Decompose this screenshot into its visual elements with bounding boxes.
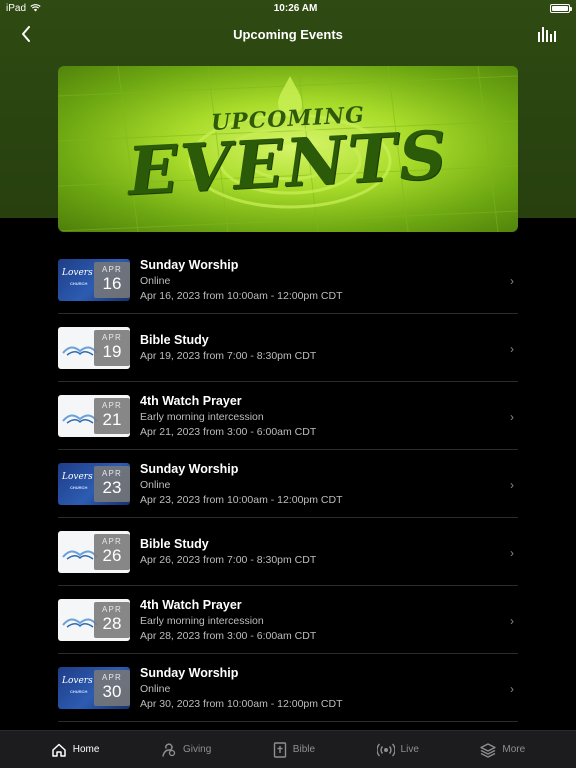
event-title: Bible Study bbox=[140, 537, 209, 551]
date-badge: APR 23 bbox=[94, 465, 130, 502]
date-month: APR bbox=[101, 332, 123, 342]
event-row[interactable]: APR 21 4th Watch Prayer Early morning in… bbox=[58, 382, 518, 450]
date-day: 21 bbox=[102, 409, 122, 429]
date-day: 28 bbox=[102, 613, 122, 633]
date-badge: APR 16 bbox=[94, 261, 130, 298]
tab-label: Bible bbox=[292, 744, 316, 755]
date-badge: APR 21 bbox=[94, 397, 130, 434]
audio-bars-icon[interactable] bbox=[536, 24, 558, 44]
event-subtitle: Online bbox=[140, 274, 171, 287]
tab-label: Live bbox=[400, 744, 419, 755]
chevron-left-icon bbox=[22, 26, 30, 42]
date-badge: APR 26 bbox=[94, 533, 130, 570]
date-badge: APR 28 bbox=[94, 601, 130, 638]
chevron-right-icon: › bbox=[510, 478, 514, 492]
date-month: APR bbox=[101, 604, 123, 614]
event-title: Bible Study bbox=[140, 333, 209, 347]
event-row[interactable]: Lovers CHURCH APR 23 Sunday Worship Onli… bbox=[58, 450, 518, 518]
date-month: APR bbox=[101, 536, 123, 546]
event-row[interactable]: Lovers CHURCH APR 16 Sunday Worship Onli… bbox=[58, 246, 518, 314]
event-time: Apr 19, 2023 from 7:00 - 8:30pm CDT bbox=[140, 350, 317, 362]
date-day: 16 bbox=[102, 273, 122, 293]
chevron-right-icon: › bbox=[510, 614, 514, 628]
events-banner: UPCOMING EVENTS bbox=[58, 66, 518, 232]
date-day: 19 bbox=[102, 341, 122, 361]
date-badge: APR 19 bbox=[94, 329, 130, 366]
layers-icon bbox=[480, 742, 497, 758]
event-subtitle: Early morning intercession bbox=[140, 614, 264, 627]
event-time: Apr 16, 2023 from 10:00am - 12:00pm CDT bbox=[140, 289, 343, 302]
event-title: Sunday Worship bbox=[140, 461, 239, 476]
status-time: 10:26 AM bbox=[273, 2, 318, 14]
event-subtitle: Online bbox=[140, 682, 171, 695]
event-time: Apr 30, 2023 from 10:00am - 12:00pm CDT bbox=[140, 697, 343, 710]
tab-label: Home bbox=[72, 744, 100, 755]
event-row[interactable]: Lovers CHURCH APR 30 Sunday Worship Onli… bbox=[58, 654, 518, 722]
event-thumbnail: APR 19 bbox=[58, 326, 130, 369]
date-month: APR bbox=[101, 468, 123, 478]
event-thumbnail: APR 28 bbox=[58, 598, 130, 641]
tab-home[interactable]: Home bbox=[51, 742, 100, 758]
event-row[interactable]: APR 26 Bible Study Apr 26, 2023 from 7:0… bbox=[58, 518, 518, 586]
date-badge: APR 30 bbox=[94, 669, 130, 706]
event-title: 4th Watch Prayer bbox=[140, 597, 242, 612]
live-icon bbox=[376, 743, 395, 756]
tab-bar: Home Giving Bible Live More bbox=[0, 730, 576, 768]
date-month: APR bbox=[101, 400, 123, 410]
event-subtitle: Early morning intercession bbox=[140, 410, 264, 423]
event-title: 4th Watch Prayer bbox=[140, 393, 242, 408]
event-time: Apr 21, 2023 from 3:00 - 6:00am CDT bbox=[140, 425, 317, 438]
event-time: Apr 26, 2023 from 7:00 - 8:30pm CDT bbox=[140, 554, 317, 566]
church-logo-sub: CHURCH bbox=[70, 688, 88, 694]
event-time: Apr 23, 2023 from 10:00am - 12:00pm CDT bbox=[140, 493, 343, 506]
event-time: Apr 28, 2023 from 3:00 - 6:00am CDT bbox=[140, 629, 317, 642]
event-thumbnail: APR 21 bbox=[58, 394, 130, 437]
tab-more[interactable]: More bbox=[480, 742, 525, 758]
wifi-icon bbox=[30, 4, 41, 12]
battery-icon bbox=[550, 3, 572, 13]
back-button[interactable] bbox=[14, 22, 38, 46]
status-bar: iPad 10:26 AM bbox=[0, 0, 576, 16]
giving-icon bbox=[162, 743, 176, 757]
date-day: 26 bbox=[102, 545, 122, 565]
church-logo-sub: CHURCH bbox=[70, 280, 88, 286]
date-day: 23 bbox=[102, 477, 122, 497]
date-month: APR bbox=[101, 264, 123, 274]
event-subtitle: Online bbox=[140, 478, 171, 491]
device-name: iPad bbox=[6, 2, 27, 14]
date-month: APR bbox=[101, 672, 123, 682]
chevron-right-icon: › bbox=[510, 274, 514, 288]
chevron-right-icon: › bbox=[510, 682, 514, 696]
event-thumbnail: Lovers CHURCH APR 30 bbox=[58, 666, 130, 709]
navigation-bar: Upcoming Events bbox=[0, 18, 576, 50]
chevron-right-icon: › bbox=[510, 546, 514, 560]
chevron-right-icon: › bbox=[510, 342, 514, 356]
tab-live[interactable]: Live bbox=[376, 743, 419, 757]
chevron-right-icon: › bbox=[510, 410, 514, 424]
event-thumbnail: APR 26 bbox=[58, 530, 130, 573]
church-logo-text: Lovers bbox=[62, 267, 93, 278]
tab-giving[interactable]: Giving bbox=[161, 742, 211, 758]
event-list: Lovers CHURCH APR 16 Sunday Worship Onli… bbox=[58, 246, 518, 722]
event-row[interactable]: APR 19 Bible Study Apr 19, 2023 from 7:0… bbox=[58, 314, 518, 382]
event-thumbnail: Lovers CHURCH APR 23 bbox=[58, 462, 130, 505]
tab-bible[interactable]: Bible bbox=[273, 741, 316, 758]
event-row[interactable]: APR 28 4th Watch Prayer Early morning in… bbox=[58, 586, 518, 654]
tab-label: More bbox=[502, 744, 526, 755]
tab-label: Giving bbox=[182, 744, 212, 755]
page-title: Upcoming Events bbox=[233, 26, 343, 42]
church-logo-text: Lovers bbox=[62, 471, 93, 482]
bible-icon bbox=[273, 741, 286, 758]
church-logo-text: Lovers bbox=[62, 675, 93, 686]
home-icon bbox=[52, 743, 66, 757]
church-logo-sub: CHURCH bbox=[70, 484, 88, 490]
date-day: 30 bbox=[102, 681, 122, 701]
event-title: Sunday Worship bbox=[140, 665, 239, 680]
event-thumbnail: Lovers CHURCH APR 16 bbox=[58, 258, 130, 301]
event-title: Sunday Worship bbox=[140, 257, 239, 272]
